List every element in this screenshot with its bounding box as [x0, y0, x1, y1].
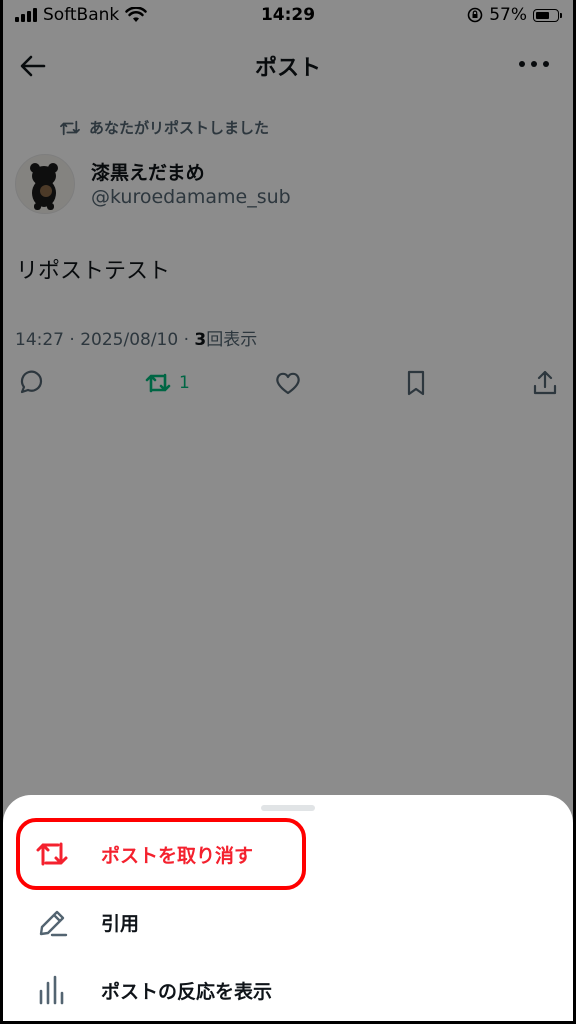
analytics-icon [39, 975, 64, 1005]
sheet-grabber[interactable] [261, 805, 315, 811]
view-engagements-label: ポストの反応を表示 [101, 980, 273, 1003]
view-engagements-item[interactable]: ポストの反応を表示 [3, 963, 573, 1017]
quote-item[interactable]: 引用 [3, 895, 573, 949]
highlight-annotation [16, 818, 306, 890]
pencil-icon [39, 910, 68, 937]
screen: SoftBank 14:29 57% ポスト あなたがリポストしました 漆黒えだ… [3, 0, 573, 1021]
action-sheet: ポストを取り消す 引用 ポストの反応を表示 [3, 795, 573, 1021]
quote-label: 引用 [101, 912, 140, 935]
